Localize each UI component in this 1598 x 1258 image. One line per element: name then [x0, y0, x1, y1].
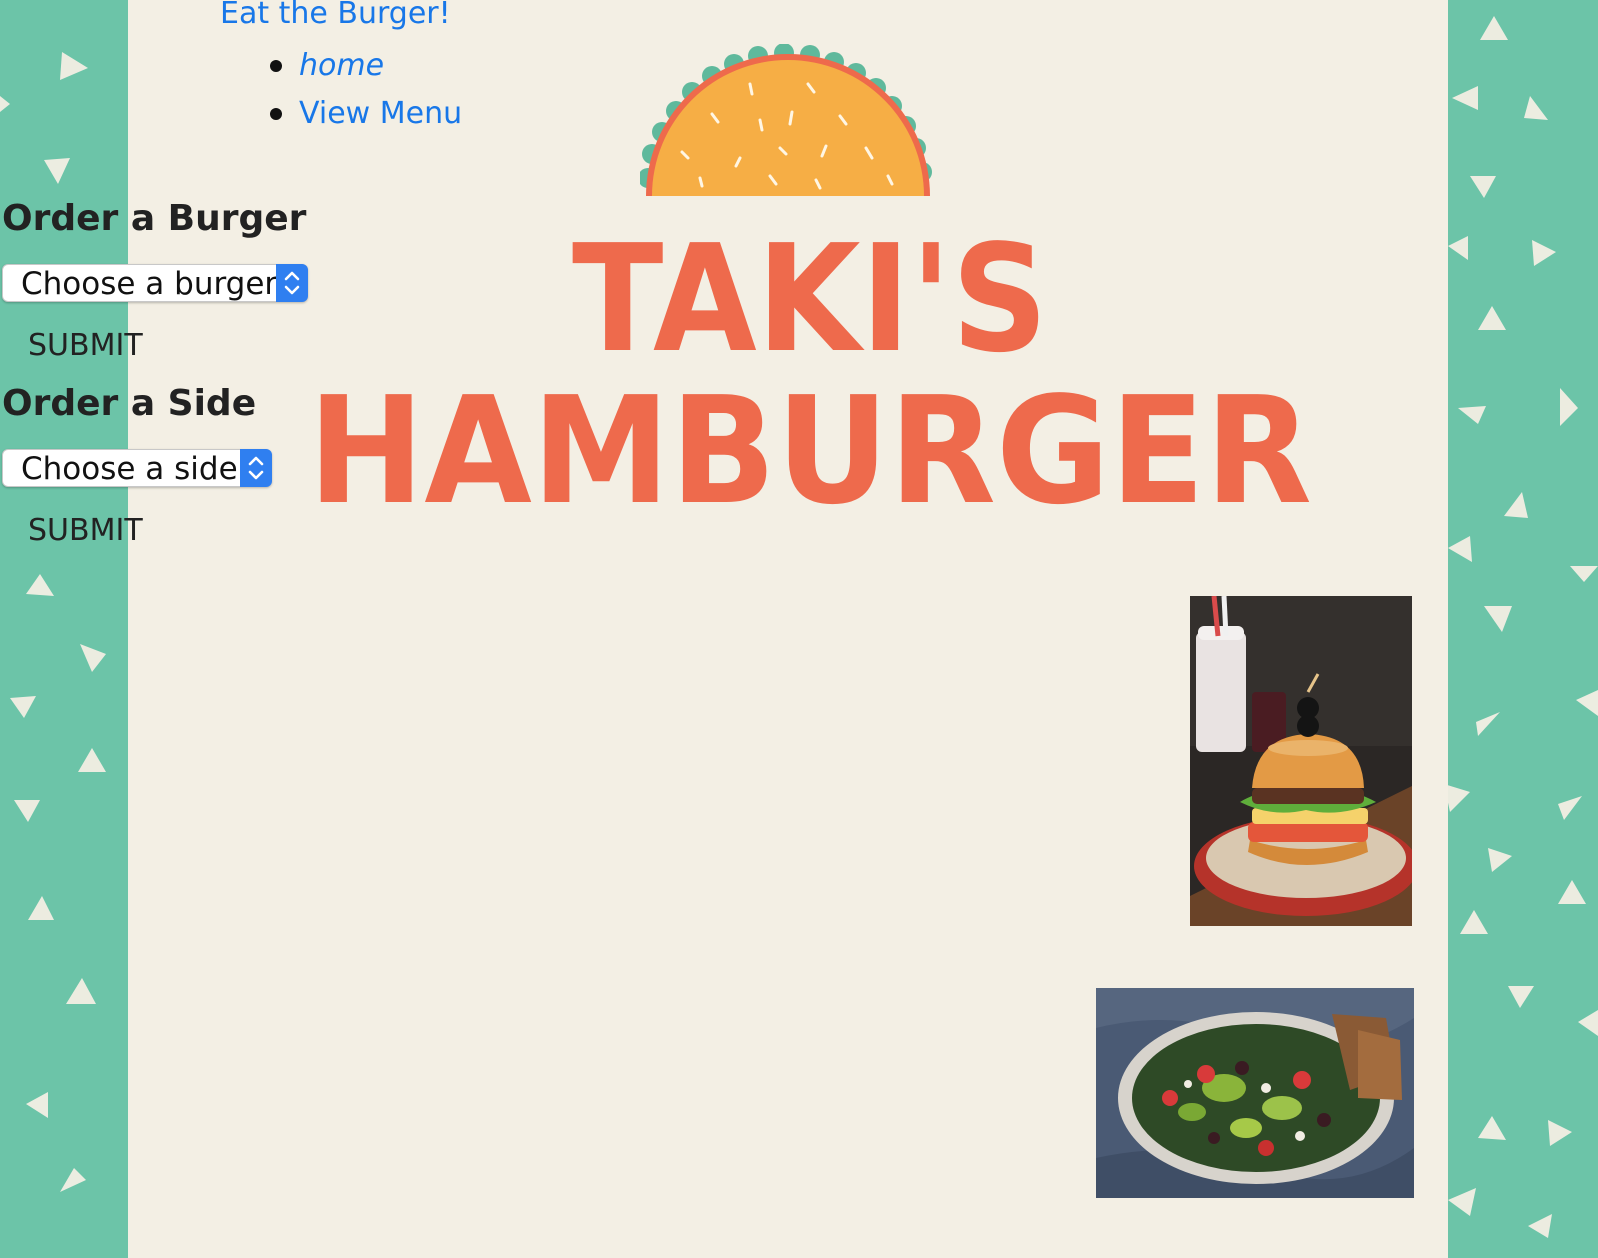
nav-link-view-menu[interactable]: View Menu: [299, 90, 462, 138]
burger-select-value: Choose a burger: [21, 266, 278, 302]
right-triangle-pattern: [1448, 16, 1598, 1238]
burger-submit-button[interactable]: SUBMIT: [28, 326, 143, 366]
nav-link-home[interactable]: home: [299, 42, 384, 90]
bullet-icon: [270, 108, 282, 120]
restaurant-logo-text: TAKI'S HAMBURGER: [308, 230, 1312, 520]
brand-link[interactable]: Eat the Burger!: [220, 0, 451, 31]
order-side-heading: Order a Side: [2, 383, 257, 424]
side-submit-button[interactable]: SUBMIT: [28, 511, 143, 551]
logo-line-2: HAMBURGER: [308, 365, 1312, 520]
select-arrows-icon: [240, 449, 272, 487]
burger-photo: [1190, 596, 1412, 926]
order-burger-heading: Order a Burger: [2, 198, 307, 239]
bullet-icon: [270, 60, 282, 72]
burger-select[interactable]: Choose a burger: [2, 264, 308, 302]
logo-line-1: TAKI'S: [572, 230, 1048, 385]
left-triangle-pattern: [0, 52, 106, 1192]
taco-icon: [640, 44, 932, 196]
side-select-value: Choose a side: [21, 451, 238, 487]
salad-photo: [1096, 988, 1414, 1198]
side-select[interactable]: Choose a side: [2, 449, 272, 487]
